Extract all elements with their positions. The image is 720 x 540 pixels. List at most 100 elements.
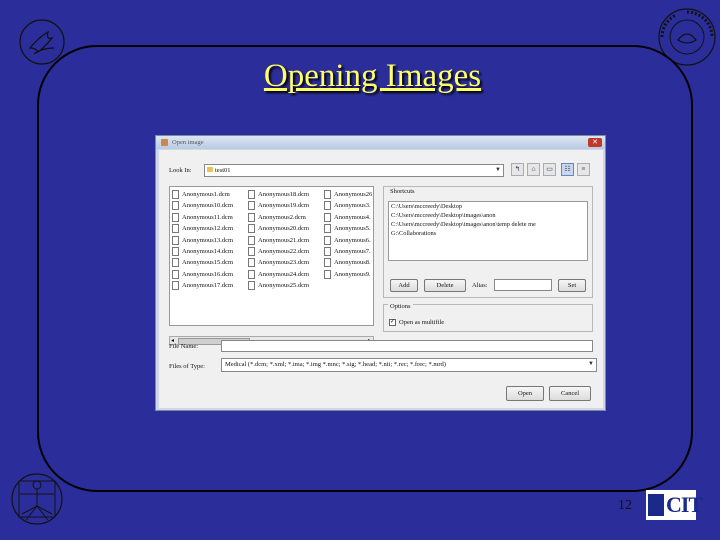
cit-logo: CIT xyxy=(646,490,703,520)
look-in-combo[interactable]: test01 ▼ xyxy=(204,164,504,177)
folder-icon xyxy=(207,167,213,172)
list-item[interactable]: Anonymous6. xyxy=(324,235,372,246)
files-of-type-value: Medical (*.dcm; *.xml; *.ima; *.img *.mn… xyxy=(225,361,446,368)
file-icon xyxy=(172,258,179,268)
list-item[interactable]: Anonymous5. xyxy=(324,223,372,234)
file-icon xyxy=(172,212,179,222)
cancel-button[interactable]: Cancel xyxy=(549,386,591,401)
files-of-type-label: Files of Type: xyxy=(169,363,205,370)
close-icon[interactable]: ✕ xyxy=(588,138,602,147)
list-item[interactable]: Anonymous14.dcm xyxy=(172,246,233,257)
list-item[interactable]: Anonymous23.dcm xyxy=(248,257,309,268)
list-item[interactable]: Anonymous11.dcm xyxy=(172,212,233,223)
list-item[interactable]: Anonymous26 xyxy=(324,189,372,200)
shortcuts-label: Shortcuts xyxy=(388,188,417,195)
file-icon xyxy=(248,190,255,200)
list-item[interactable]: C:\Users\mccreedy\Desktop\images\anon xyxy=(389,211,587,220)
file-icon xyxy=(172,246,179,256)
alias-input[interactable] xyxy=(494,279,552,291)
options-label: Options xyxy=(388,303,413,310)
file-icon xyxy=(172,224,179,234)
list-item[interactable]: Anonymous3. xyxy=(324,200,372,211)
file-list: Anonymous1.dcm Anonymous10.dcm Anonymous… xyxy=(169,186,374,326)
alias-label: Alias: xyxy=(472,282,488,289)
file-icon xyxy=(324,246,331,256)
cit-logo-text: CIT xyxy=(666,492,703,517)
app-icon xyxy=(161,139,168,146)
list-item[interactable]: Anonymous9. xyxy=(324,269,372,280)
file-icon xyxy=(248,224,255,234)
list-item[interactable]: Anonymous8. xyxy=(324,257,372,268)
file-icon xyxy=(172,269,179,279)
list-item[interactable]: Anonymous10.dcm xyxy=(172,200,233,211)
slide-title: Opening Images xyxy=(263,58,482,94)
file-icon xyxy=(324,235,331,245)
file-icon xyxy=(172,201,179,211)
file-icon xyxy=(248,246,255,256)
accessory-panel: Shortcuts C:\Users\mccreedy\Desktop C:\U… xyxy=(383,186,593,346)
list-item[interactable]: Anonymous17.dcm xyxy=(172,280,233,291)
file-icon xyxy=(324,201,331,211)
file-name-input[interactable] xyxy=(221,340,593,352)
details-view-icon[interactable]: ≡ xyxy=(577,163,590,176)
list-item[interactable]: Anonymous21.dcm xyxy=(248,235,309,246)
file-icon xyxy=(248,201,255,211)
page-number: 12 xyxy=(618,498,632,513)
file-icon xyxy=(172,235,179,245)
chevron-down-icon: ▼ xyxy=(588,361,594,367)
cit-shield-icon xyxy=(648,494,664,516)
file-icon xyxy=(324,212,331,222)
list-item[interactable]: Anonymous25.dcm xyxy=(248,280,309,291)
list-item[interactable]: G:\Collaborations xyxy=(389,229,587,238)
list-item[interactable]: Anonymous19.dcm xyxy=(248,200,309,211)
list-item[interactable]: Anonymous24.dcm xyxy=(248,269,309,280)
file-icon xyxy=(248,235,255,245)
file-icon xyxy=(172,281,179,291)
list-item[interactable]: Anonymous2.dcm xyxy=(248,212,309,223)
open-button[interactable]: Open xyxy=(506,386,544,401)
list-item[interactable]: Anonymous16.dcm xyxy=(172,269,233,280)
add-button[interactable]: Add xyxy=(390,279,418,292)
vitruvian-man-icon xyxy=(11,473,63,525)
list-item[interactable]: Anonymous20.dcm xyxy=(248,223,309,234)
look-in-label: Look In: xyxy=(169,167,192,174)
shortcuts-list: C:\Users\mccreedy\Desktop C:\Users\mccre… xyxy=(388,201,588,261)
dialog-body: Look In: test01 ▼ ↰ ⌂ ▭ ☷ ≡ Anonymous1.d… xyxy=(159,150,603,408)
file-icon xyxy=(248,269,255,279)
list-item[interactable]: Anonymous15.dcm xyxy=(172,257,233,268)
open-multifile-checkbox[interactable]: ✓ xyxy=(389,319,396,326)
up-folder-icon[interactable]: ↰ xyxy=(511,163,524,176)
set-button[interactable]: Set xyxy=(558,279,586,292)
list-item[interactable]: C:\Users\mccreedy\Desktop\images\anon\te… xyxy=(389,220,587,229)
list-view-icon[interactable]: ☷ xyxy=(561,163,574,176)
list-item[interactable]: C:\Users\mccreedy\Desktop xyxy=(389,202,587,211)
file-icon xyxy=(248,281,255,291)
list-item[interactable]: Anonymous18.dcm xyxy=(248,189,309,200)
file-icon xyxy=(172,190,179,200)
options-group: Options ✓ Open as multifile xyxy=(383,303,593,332)
files-of-type-combo[interactable]: Medical (*.dcm; *.xml; *.ima; *.img *.mn… xyxy=(221,358,597,372)
file-icon xyxy=(248,212,255,222)
file-icon xyxy=(324,224,331,234)
file-icon xyxy=(324,190,331,200)
look-in-value: test01 xyxy=(215,167,231,174)
file-icon xyxy=(324,258,331,268)
open-image-dialog: Open image ✕ Look In: test01 ▼ ↰ ⌂ ▭ ☷ ≡… xyxy=(155,135,606,411)
file-icon xyxy=(324,269,331,279)
file-icon xyxy=(248,258,255,268)
list-item[interactable]: Anonymous12.dcm xyxy=(172,223,233,234)
dialog-title-bar[interactable]: Open image ✕ xyxy=(156,136,605,149)
list-item[interactable]: Anonymous1.dcm xyxy=(172,189,233,200)
list-item[interactable]: Anonymous4. xyxy=(324,212,372,223)
delete-button[interactable]: Delete xyxy=(424,279,466,292)
home-icon[interactable]: ⌂ xyxy=(527,163,540,176)
list-item[interactable]: Anonymous7. xyxy=(324,246,372,257)
open-multifile-label: Open as multifile xyxy=(399,319,445,326)
dialog-title: Open image xyxy=(172,139,204,146)
file-name-label: File Name: xyxy=(169,343,199,350)
new-folder-icon[interactable]: ▭ xyxy=(543,163,556,176)
shortcuts-group: Shortcuts C:\Users\mccreedy\Desktop C:\U… xyxy=(383,186,593,298)
chevron-down-icon: ▼ xyxy=(495,167,501,173)
list-item[interactable]: Anonymous22.dcm xyxy=(248,246,309,257)
list-item[interactable]: Anonymous13.dcm xyxy=(172,235,233,246)
